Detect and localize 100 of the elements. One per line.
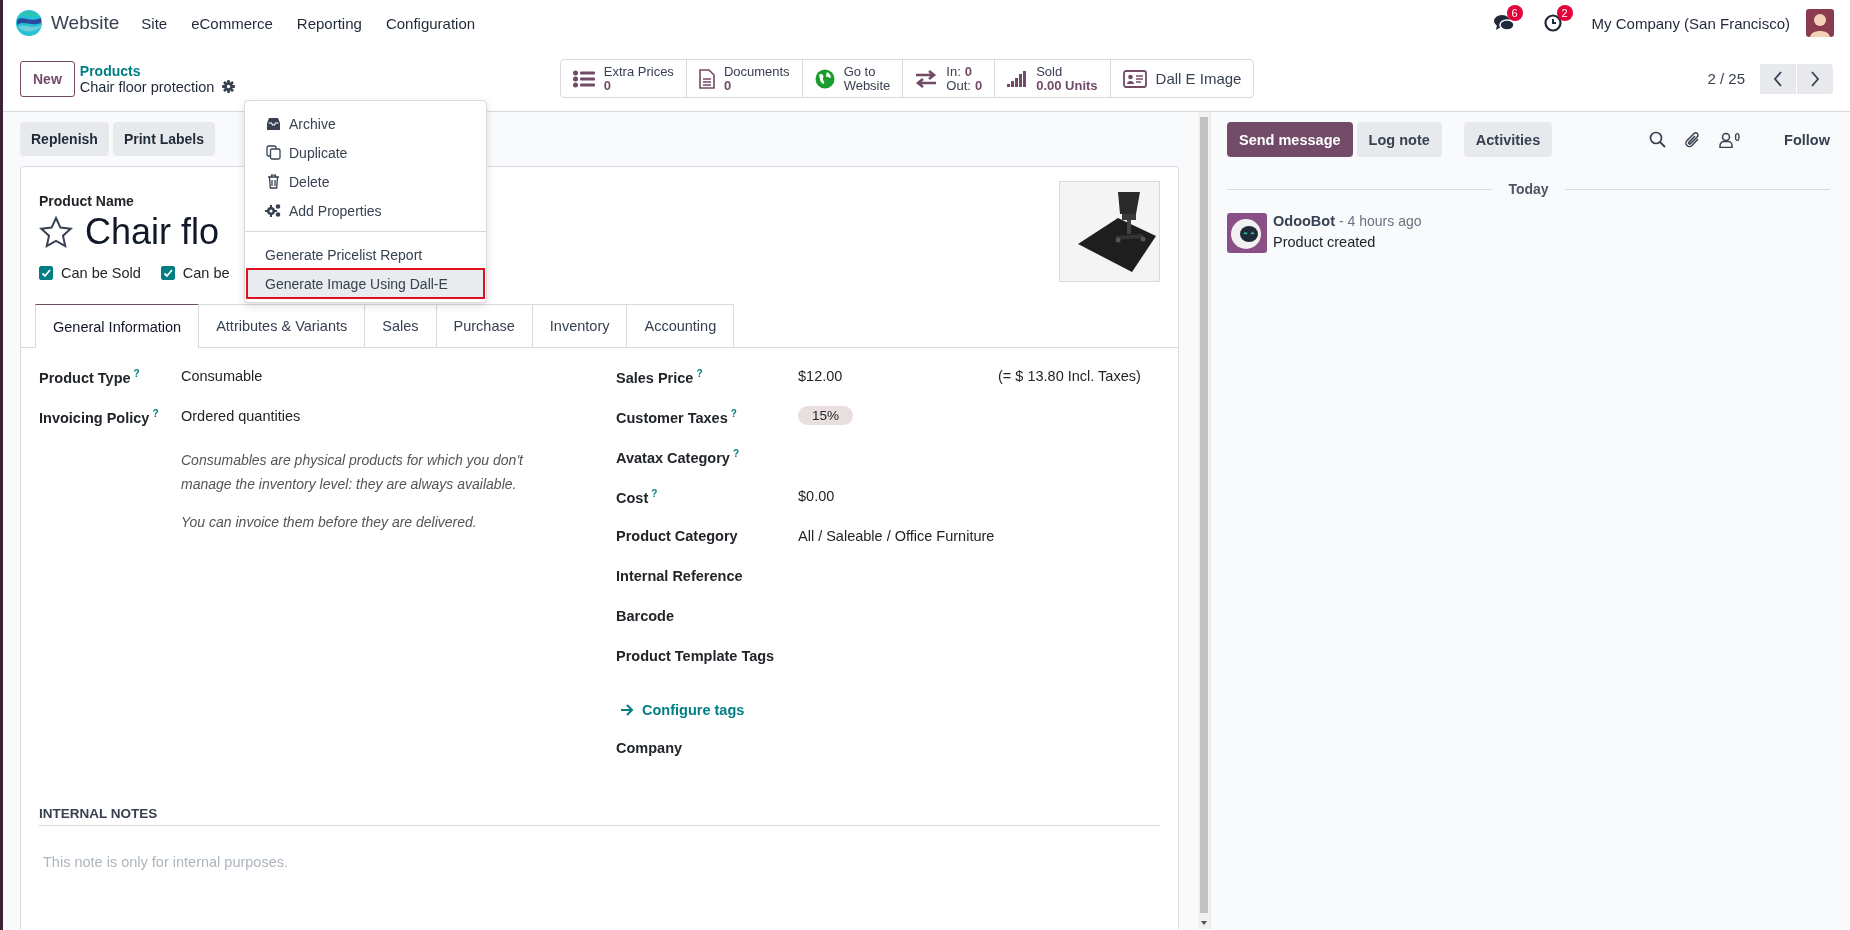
follow-button[interactable]: Follow xyxy=(1784,131,1830,148)
stat-label: Out: xyxy=(946,78,971,93)
stat-value: 0 xyxy=(603,78,613,93)
stat-label: Extra Prices xyxy=(603,64,674,79)
stat-label: Documents xyxy=(723,64,790,79)
notification-badge: 2 xyxy=(1556,5,1573,21)
stat-label: In: xyxy=(946,64,961,79)
previous-button[interactable] xyxy=(1760,63,1796,94)
chevron-right-icon xyxy=(1810,70,1820,87)
stat-value: 0 xyxy=(723,78,733,93)
copy-icon xyxy=(265,145,281,160)
send-message-button[interactable]: Send message xyxy=(1227,122,1353,157)
smart-button[interactable]: Go to Website xyxy=(802,60,904,97)
tab[interactable]: Accounting xyxy=(626,304,735,347)
arrow-right-icon xyxy=(620,704,634,716)
field-value: Consumable xyxy=(181,368,263,384)
scrollbar[interactable] xyxy=(1200,117,1208,913)
checkbox[interactable] xyxy=(160,266,175,280)
smart-button[interactable]: Extra Prices 0 xyxy=(560,60,687,97)
trash-icon xyxy=(266,174,280,189)
field-value: $12.00 xyxy=(798,368,844,384)
field-value: $0.00 xyxy=(798,488,836,504)
exchange-icon xyxy=(915,69,938,88)
smart-button[interactable]: Documents 0 xyxy=(686,60,803,97)
help-tooltip[interactable]: ? xyxy=(696,368,703,379)
chat-icon[interactable] xyxy=(1493,14,1514,32)
search-icon[interactable] xyxy=(1648,131,1666,148)
website-logo[interactable] xyxy=(15,9,43,37)
paperclip-icon[interactable] xyxy=(1683,130,1701,149)
clock-icon[interactable] xyxy=(1543,14,1562,32)
field-label: Product Category xyxy=(616,528,738,544)
field-label: Barcode xyxy=(616,608,675,624)
menu-item[interactable]: Configuration xyxy=(385,14,476,32)
settings-icon[interactable] xyxy=(222,80,236,93)
action-button[interactable]: Replenish xyxy=(20,122,109,156)
menu-item[interactable]: Site xyxy=(141,14,168,32)
menu-item[interactable]: eCommerce xyxy=(191,14,273,32)
id-card-icon xyxy=(1122,69,1147,88)
breadcrumb-link[interactable]: Products xyxy=(79,62,560,79)
help-tooltip[interactable]: ? xyxy=(730,408,737,419)
field-label: Sales Price xyxy=(616,369,694,386)
app-name[interactable]: Website xyxy=(51,12,120,34)
globe-icon xyxy=(814,68,835,89)
stat-value: 0 xyxy=(964,64,973,79)
field-label: Avatax Category xyxy=(616,449,730,466)
message-author: OdooBot xyxy=(1273,213,1335,229)
help-text: Consumables are physical products for which you don't manage the inventory level: they are always available. xyxy=(181,451,525,494)
smart-button[interactable]: In: 0 Out: 0 xyxy=(903,60,996,97)
field-value: Ordered quantities xyxy=(181,408,301,424)
help-text: You can invoice them before they are delivered. xyxy=(181,513,478,532)
stat-label: Sold xyxy=(1036,64,1064,79)
smart-button[interactable]: Dall E Image xyxy=(1110,60,1254,97)
field-label: Company xyxy=(616,740,683,756)
smart-button[interactable]: Sold 0.00 Units xyxy=(995,60,1111,97)
chatter-button[interactable]: Activities xyxy=(1463,122,1553,157)
tax-note: (= $ 13.80 Incl. Taxes) xyxy=(998,368,1141,384)
stat-label: Go to xyxy=(843,64,877,79)
inbox-icon xyxy=(265,116,281,131)
date-separator: Today xyxy=(1508,181,1549,197)
help-tooltip[interactable]: ? xyxy=(133,368,140,379)
stat-value: 0.00 Units xyxy=(1036,78,1098,93)
tab[interactable]: General Information xyxy=(35,304,200,348)
message-time: - 4 hours ago xyxy=(1339,213,1422,229)
list-icon xyxy=(572,69,595,88)
new-button[interactable]: New xyxy=(20,60,75,97)
tax-tag[interactable]: 15% xyxy=(798,406,854,425)
star-icon[interactable] xyxy=(39,216,73,248)
pager-value: 2 / 25 xyxy=(1707,70,1745,87)
company-switcher[interactable]: My Company (San Francisco) xyxy=(1591,14,1790,32)
help-tooltip[interactable]: ? xyxy=(732,448,739,459)
menu-item[interactable]: Duplicate xyxy=(247,138,484,167)
bot-avatar xyxy=(1227,213,1267,253)
document-icon xyxy=(698,68,715,89)
help-tooltip[interactable]: ? xyxy=(152,408,159,419)
person-icon[interactable] xyxy=(1718,131,1733,148)
field-label: Cost xyxy=(616,489,649,506)
menu-item[interactable]: Add Properties xyxy=(247,196,484,225)
configure-link[interactable]: Configure tags xyxy=(642,702,745,718)
notification-badge: 6 xyxy=(1506,5,1523,21)
chatter-button[interactable]: Log note xyxy=(1356,122,1442,157)
stat-label: Website xyxy=(843,78,891,93)
product-name: Chair flo xyxy=(85,211,220,253)
chevron-left-icon xyxy=(1773,70,1783,87)
checkbox[interactable] xyxy=(39,266,53,280)
section-heading: INTERNAL NOTES xyxy=(39,806,1160,826)
menu-item[interactable]: Delete xyxy=(247,167,484,196)
stat-value: 0 xyxy=(974,78,983,93)
checkbox-label: Can be xyxy=(182,265,230,281)
help-tooltip[interactable]: ? xyxy=(651,488,658,499)
stat-label: Dall E Image xyxy=(1155,70,1242,87)
menu-item[interactable]: Generate Pricelist Report xyxy=(247,240,484,269)
user-avatar[interactable] xyxy=(1806,9,1834,37)
menu-item[interactable]: Generate Image Using Dall-E xyxy=(247,269,484,298)
bar-chart-icon xyxy=(1007,70,1028,87)
next-button[interactable] xyxy=(1797,63,1833,94)
menu-item[interactable]: Archive xyxy=(247,109,484,138)
gears-icon xyxy=(265,203,281,218)
follower-count: 0 xyxy=(1734,131,1741,143)
menu-item[interactable]: Reporting xyxy=(296,14,362,32)
action-button[interactable]: Print Labels xyxy=(112,122,216,156)
